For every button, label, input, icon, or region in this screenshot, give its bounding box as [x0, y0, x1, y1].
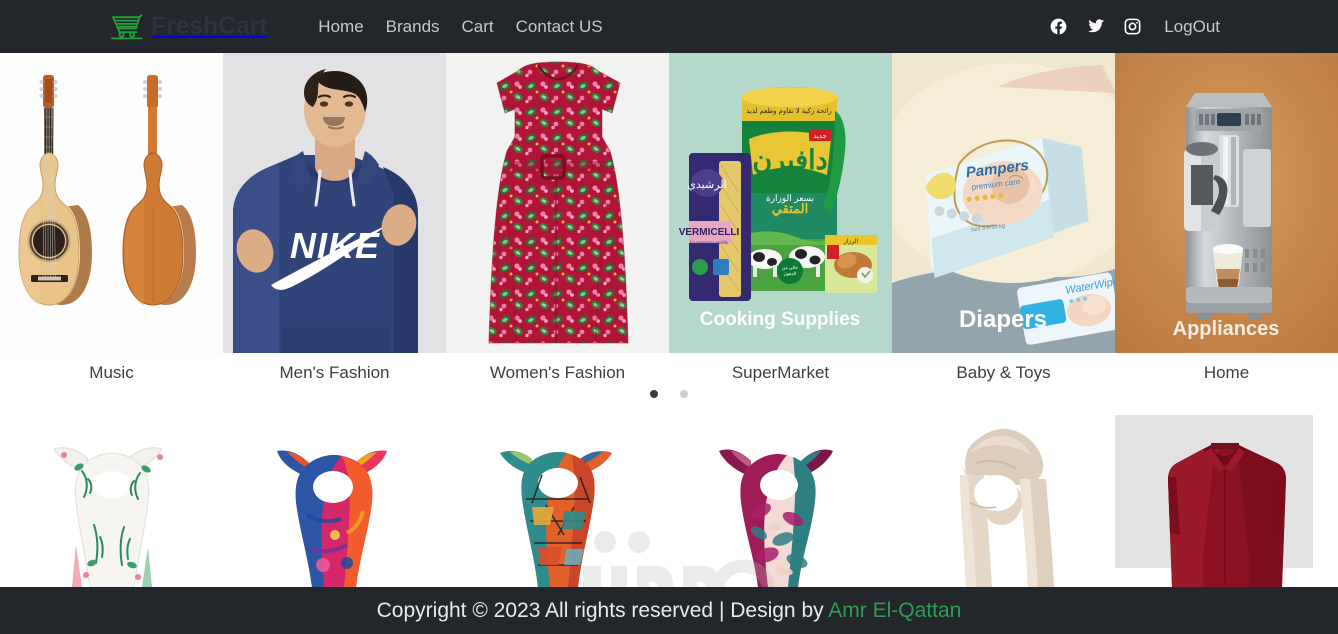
product-card-6[interactable]: [1115, 415, 1338, 587]
svg-text:for premium quality: for premium quality: [690, 240, 729, 245]
category-slide-music[interactable]: [0, 53, 223, 353]
brand-name: FreshCart: [151, 12, 268, 40]
svg-text:Cooking Supplies: Cooking Supplies: [700, 309, 860, 330]
svg-text:جديد: جديد: [813, 133, 827, 140]
shopping-cart-icon: [110, 13, 144, 40]
nav-link-cart[interactable]: Cart: [462, 18, 494, 35]
product-grid: [0, 415, 1338, 587]
product-card-4[interactable]: [669, 415, 892, 587]
category-slide-home[interactable]: Appliances Appliances: [1115, 53, 1338, 353]
nav-link-contact-us[interactable]: Contact US: [516, 18, 603, 35]
category-label-music[interactable]: Music: [0, 353, 223, 393]
product-image-2: [223, 415, 446, 587]
guitars-image: [0, 53, 223, 353]
product-card-5[interactable]: [892, 415, 1115, 587]
svg-text:خالي من: خالي من: [782, 265, 798, 270]
nav-link-brands[interactable]: Brands: [386, 18, 440, 35]
svg-text:دافيرن: دافيرن: [752, 145, 827, 177]
footer-copyright: Copyright © 2023 All rights reserved | D…: [377, 600, 962, 621]
product-card-2[interactable]: [223, 415, 446, 587]
diapers-image: Pampers premium care size 3 6-10 kg Wate…: [892, 53, 1115, 353]
category-slide-mens-fashion[interactable]: NIKE: [223, 53, 446, 353]
instagram-icon[interactable]: [1123, 17, 1142, 36]
facebook-icon[interactable]: [1049, 17, 1068, 36]
category-track: NIKE رائحة زكية لا تقاوم وطعم لذيذ دافير…: [0, 53, 1338, 353]
svg-text:VERMICELLI: VERMICELLI: [679, 227, 740, 238]
twitter-icon[interactable]: [1086, 17, 1105, 36]
category-slide-supermarket[interactable]: رائحة زكية لا تقاوم وطعم لذيذ دافيرن جدي…: [669, 53, 892, 353]
svg-text:الرزاز: الرزاز: [843, 238, 859, 245]
product-image-3: [446, 415, 669, 587]
nav-link-home[interactable]: Home: [318, 18, 363, 35]
product-card-1[interactable]: [0, 415, 223, 587]
footer-author-link[interactable]: Amr El-Qattan: [828, 599, 961, 622]
footer: Copyright © 2023 All rights reserved | D…: [0, 587, 1338, 634]
product-image-1: [0, 415, 223, 587]
svg-text:الرشيدي: الرشيدي: [687, 179, 726, 191]
footer-copyright-text: Copyright © 2023 All rights reserved | D…: [376, 599, 829, 622]
coffee-machine-image: Appliances: [1115, 53, 1338, 353]
main-nav: Home Brands Cart Contact US: [318, 18, 602, 35]
carousel-dots: [0, 390, 1338, 398]
category-label-mens-fashion[interactable]: Men's Fashion: [223, 353, 446, 393]
navbar-right-group: LogOut: [1049, 17, 1220, 36]
carousel-dot-2[interactable]: [680, 390, 688, 398]
man-in-nike-hoodie-image: NIKE: [223, 53, 446, 353]
category-label-womens-fashion[interactable]: Women's Fashion: [446, 353, 669, 393]
category-carousel: NIKE رائحة زكية لا تقاوم وطعم لذيذ دافير…: [0, 53, 1338, 398]
category-label-home[interactable]: Home: [1115, 353, 1338, 393]
svg-text:Diapers: Diapers: [959, 306, 1047, 333]
product-image-6: [1115, 415, 1338, 587]
cooking-supplies-image: رائحة زكية لا تقاوم وطعم لذيذ دافيرن جدي…: [669, 53, 892, 353]
category-slide-baby-toys[interactable]: Pampers premium care size 3 6-10 kg Wate…: [892, 53, 1115, 353]
product-card-3[interactable]: [446, 415, 669, 587]
category-name-row: Music Men's Fashion Women's Fashion Supe…: [0, 353, 1338, 393]
floral-dress-image: [446, 53, 669, 353]
category-slide-womens-fashion[interactable]: [446, 53, 669, 353]
brand-logo[interactable]: FreshCart: [110, 14, 267, 40]
svg-text:المتقي: المتقي: [772, 201, 808, 217]
svg-text:الدهون: الدهون: [784, 271, 797, 276]
category-label-baby-toys[interactable]: Baby & Toys: [892, 353, 1115, 393]
product-image-5: [892, 415, 1115, 587]
category-label-supermarket[interactable]: SuperMarket: [669, 353, 892, 393]
svg-text:رائحة زكية لا تقاوم وطعم لذيذ: رائحة زكية لا تقاوم وطعم لذيذ: [746, 107, 832, 115]
navbar: FreshCart Home Brands Cart Contact US Lo…: [0, 0, 1338, 53]
carousel-dot-1[interactable]: [650, 390, 658, 398]
svg-text:Appliances: Appliances: [1173, 318, 1280, 340]
logout-button[interactable]: LogOut: [1164, 18, 1220, 35]
product-image-4: [669, 415, 892, 587]
